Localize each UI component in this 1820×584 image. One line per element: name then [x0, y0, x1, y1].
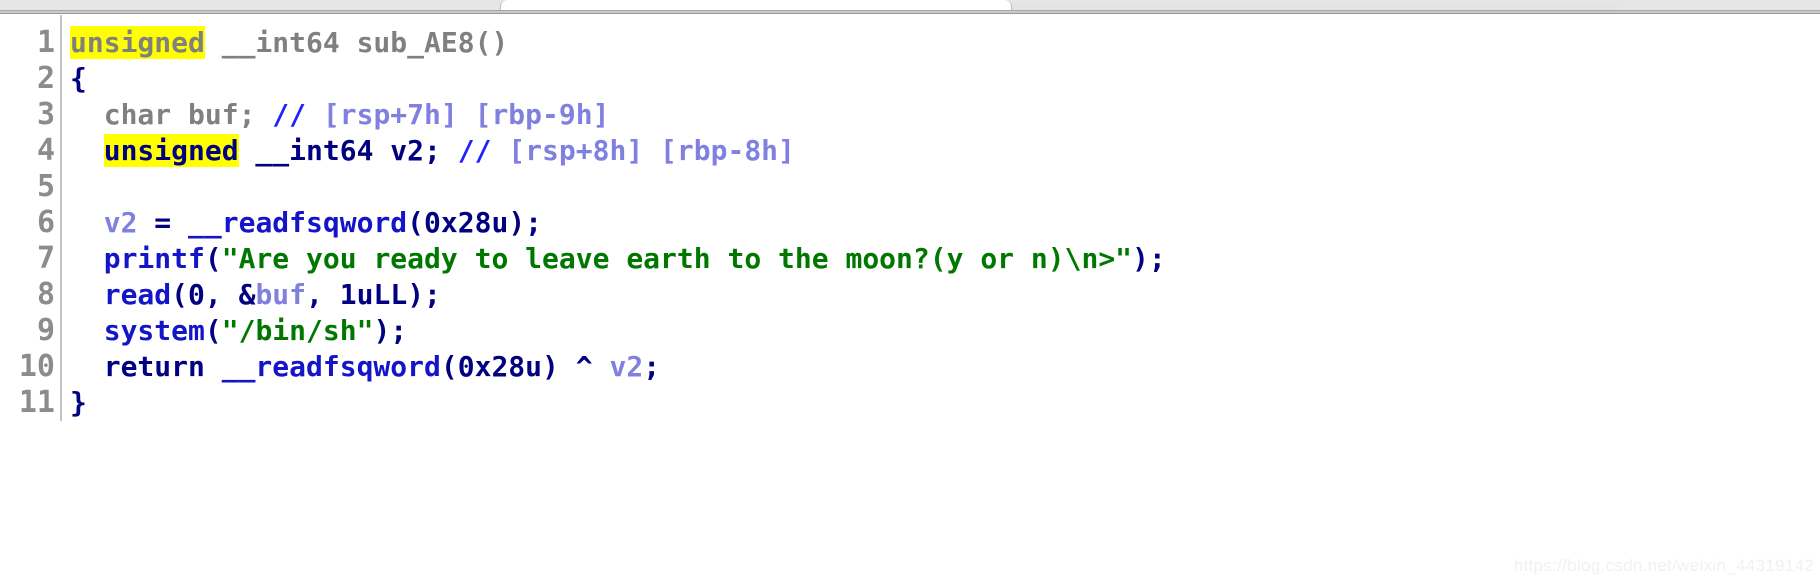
code-token[interactable]: ) ^	[542, 350, 609, 383]
code-token[interactable]: [rsp+7h] [rbp-9h]	[306, 98, 610, 131]
code-token[interactable]: );	[508, 206, 542, 239]
csdn-watermark: https://blog.csdn.net/weixin_44319142	[1513, 556, 1814, 575]
code-token[interactable]: read	[104, 278, 171, 311]
code-line[interactable]: read(0, &buf, 1uLL);	[70, 277, 1820, 313]
code-line[interactable]: v2 = __readfsqword(0x28u);	[70, 205, 1820, 241]
code-line[interactable]: system("/bin/sh");	[70, 313, 1820, 349]
code-token[interactable]: char buf;	[70, 98, 272, 131]
line-number[interactable]: 9	[0, 313, 55, 349]
code-token[interactable]: );	[373, 314, 407, 347]
code-token[interactable]: (	[441, 350, 458, 383]
code-token[interactable]: "Are you ready to leave earth to the moo…	[222, 242, 1132, 275]
code-token[interactable]: __readfsqword	[188, 206, 407, 239]
code-token[interactable]: }	[70, 386, 87, 419]
code-token[interactable]: ,	[306, 278, 340, 311]
code-token[interactable]: return	[70, 350, 222, 383]
code-token[interactable]: (	[407, 206, 424, 239]
window-tab-active[interactable]	[500, 0, 1012, 10]
code-token[interactable]	[70, 242, 104, 275]
code-token[interactable]	[70, 134, 104, 167]
line-number-gutter: 1 2 3 4 5 6 7 8 9 10 11	[0, 15, 62, 421]
code-token[interactable]: unsigned	[70, 26, 205, 59]
code-token[interactable]: 0x28u	[458, 350, 542, 383]
code-token[interactable]: //	[458, 134, 492, 167]
code-line[interactable]: {	[70, 61, 1820, 97]
code-line[interactable]	[70, 169, 1820, 205]
code-token[interactable]	[70, 206, 104, 239]
line-number[interactable]: 1	[0, 25, 55, 61]
code-token[interactable]: v2	[609, 350, 643, 383]
code-token[interactable]: printf	[104, 242, 205, 275]
code-token[interactable]: __readfsqword	[222, 350, 441, 383]
code-line[interactable]: unsigned __int64 sub_AE8()	[70, 25, 1820, 61]
line-number[interactable]: 11	[0, 385, 55, 421]
window-title-bar	[0, 0, 1820, 11]
line-number[interactable]: 5	[0, 169, 55, 205]
line-number[interactable]: 7	[0, 241, 55, 277]
code-content[interactable]: unsigned __int64 sub_AE8(){ char buf; //…	[62, 15, 1820, 584]
code-token[interactable]: , &	[205, 278, 256, 311]
code-token[interactable]: ;	[643, 350, 660, 383]
code-token[interactable]: unsigned	[103, 134, 239, 167]
pseudocode-editor[interactable]: 1 2 3 4 5 6 7 8 9 10 11 unsigned __int64 sub_AE8()…	[0, 15, 1820, 584]
code-token[interactable]: 0	[188, 278, 205, 311]
code-token[interactable]: [rsp+8h] [rbp-8h]	[491, 134, 795, 167]
line-number[interactable]: 6	[0, 205, 55, 241]
window-tab-inactive[interactable]	[1012, 2, 1622, 10]
code-token[interactable]: "/bin/sh"	[222, 314, 374, 347]
code-token[interactable]: );	[407, 278, 441, 311]
line-number[interactable]: 2	[0, 61, 55, 97]
line-number[interactable]: 10	[0, 349, 55, 385]
code-token[interactable]: __int64 v2;	[239, 134, 458, 167]
toolbar-divider	[0, 11, 1820, 14]
code-token[interactable]: );	[1132, 242, 1166, 275]
code-token[interactable]: buf	[255, 278, 306, 311]
code-token[interactable]: __int64 sub_AE8()	[205, 26, 509, 59]
code-line[interactable]: return __readfsqword(0x28u) ^ v2;	[70, 349, 1820, 385]
line-number[interactable]: 3	[0, 97, 55, 133]
code-token[interactable]: 1uLL	[340, 278, 407, 311]
code-token[interactable]: //	[272, 98, 306, 131]
code-token[interactable]: {	[70, 62, 87, 95]
code-token[interactable]	[70, 314, 104, 347]
code-token[interactable]: 0x28u	[424, 206, 508, 239]
code-token[interactable]: v2	[104, 206, 138, 239]
line-number[interactable]: 8	[0, 277, 55, 313]
code-token[interactable]: system	[104, 314, 205, 347]
code-line[interactable]: char buf; // [rsp+7h] [rbp-9h]	[70, 97, 1820, 133]
code-line[interactable]: printf("Are you ready to leave earth to …	[70, 241, 1820, 277]
code-token[interactable]	[70, 278, 104, 311]
code-token[interactable]: (	[171, 278, 188, 311]
code-line[interactable]: }	[70, 385, 1820, 421]
line-number[interactable]: 4	[0, 133, 55, 169]
code-token[interactable]: =	[137, 206, 188, 239]
code-token[interactable]: (	[205, 242, 222, 275]
code-token[interactable]: (	[205, 314, 222, 347]
code-line[interactable]: unsigned __int64 v2; // [rsp+8h] [rbp-8h…	[70, 133, 1820, 169]
